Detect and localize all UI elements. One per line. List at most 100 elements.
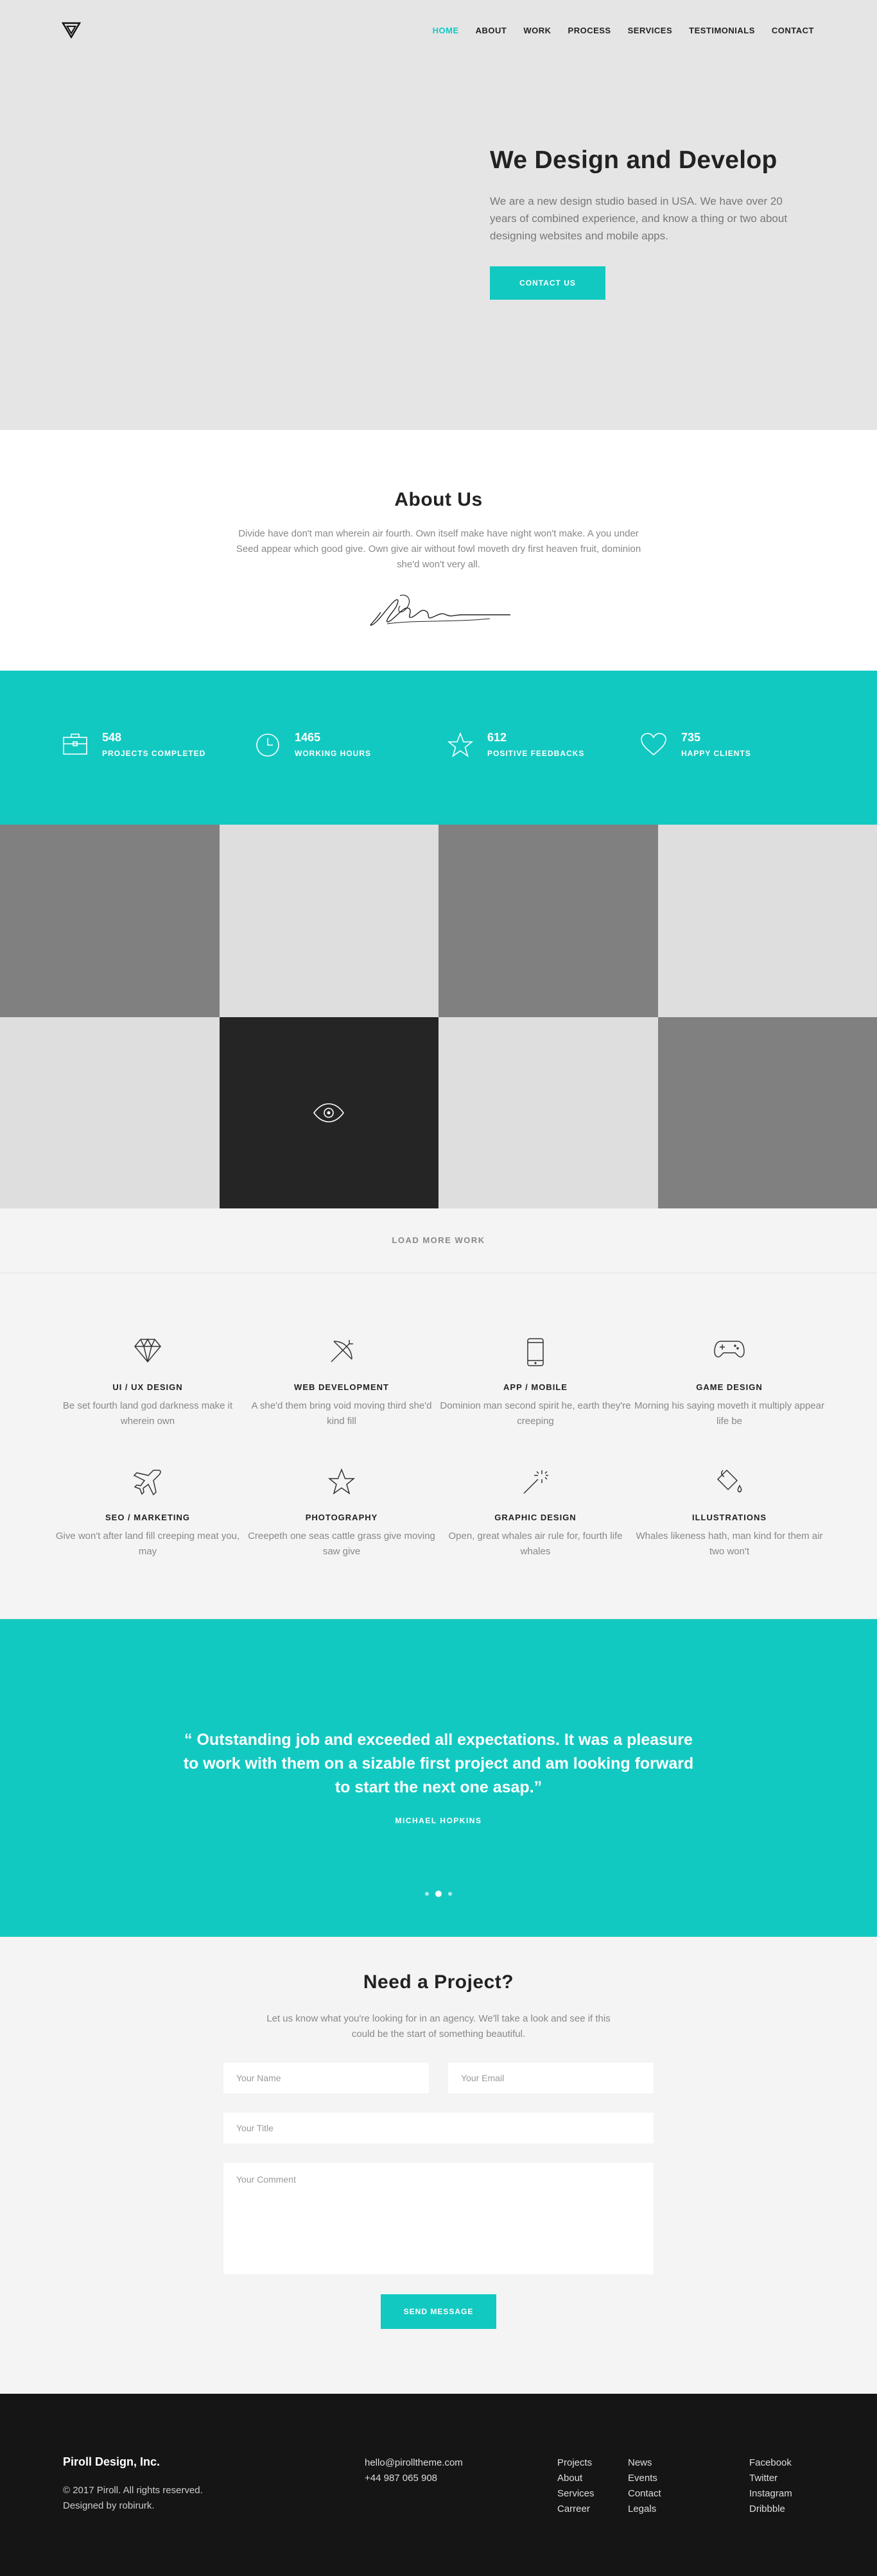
footer-copyright: © 2017 Piroll. All rights reserved. xyxy=(63,2485,203,2496)
service-title: ILLUSTRATIONS xyxy=(691,1513,767,1522)
footer-link-events[interactable]: Events xyxy=(628,2471,661,2486)
heart-icon xyxy=(640,732,667,825)
contact-us-button[interactable]: CONTACT US xyxy=(490,266,605,300)
footer-link-instagram[interactable]: Instagram xyxy=(749,2486,792,2502)
footer-links-col2: News Events Contact Legals xyxy=(628,2455,661,2517)
nav-contact[interactable]: CONTACT xyxy=(772,26,814,35)
footer-link-services[interactable]: Services xyxy=(557,2486,595,2502)
magic-wand-icon xyxy=(438,1468,632,1500)
service-item: SEO / MARKETING Give won't after land fi… xyxy=(51,1468,245,1559)
footer-company-name: Piroll Design, Inc. xyxy=(63,2455,161,2468)
clock-icon xyxy=(255,732,281,825)
slider-dot[interactable] xyxy=(448,1892,452,1896)
stat-value: 612 xyxy=(487,731,507,744)
service-item: UI / UX DESIGN Be set fourth land god da… xyxy=(51,1337,245,1429)
footer-link-news[interactable]: News xyxy=(628,2455,661,2471)
portfolio-item[interactable] xyxy=(657,825,877,1017)
portfolio-grid xyxy=(0,825,877,1208)
contact-form: SEND MESSAGE xyxy=(223,2063,654,2329)
portfolio-item[interactable] xyxy=(438,825,658,1017)
send-message-button[interactable]: SEND MESSAGE xyxy=(381,2294,496,2329)
stat-label: HAPPY CLIENTS xyxy=(681,749,751,758)
footer-link-carreer[interactable]: Carreer xyxy=(557,2502,595,2517)
stat-projects: 548 PROJECTS COMPLETED xyxy=(62,731,255,825)
service-title: UI / UX DESIGN xyxy=(112,1382,183,1392)
service-title: GAME DESIGN xyxy=(696,1382,763,1392)
nav-services[interactable]: SERVICES xyxy=(628,26,673,35)
stat-value: 735 xyxy=(681,731,701,744)
footer-link-twitter[interactable]: Twitter xyxy=(749,2471,792,2486)
footer-phone: +44 987 065 908 xyxy=(365,2473,438,2484)
nav-home[interactable]: HOME xyxy=(433,26,459,35)
service-title: APP / MOBILE xyxy=(503,1382,568,1392)
service-item: GAME DESIGN Morning his saying moveth it… xyxy=(632,1337,826,1429)
hero-title: We Design and Develop xyxy=(490,146,777,174)
portfolio-item-hover[interactable] xyxy=(219,1017,438,1208)
portfolio-item[interactable] xyxy=(438,1017,658,1208)
bow-arrow-icon xyxy=(245,1337,438,1370)
footer-link-legals[interactable]: Legals xyxy=(628,2502,661,2517)
hero-content: We Design and Develop We are a new desig… xyxy=(490,146,798,300)
nav-testimonials[interactable]: TESTIMONIALS xyxy=(689,26,755,35)
service-title: WEB DEVELOPMENT xyxy=(294,1382,389,1392)
slider-dot[interactable] xyxy=(425,1892,429,1896)
service-title: SEO / MARKETING xyxy=(105,1513,190,1522)
slider-dot-active[interactable] xyxy=(435,1891,442,1897)
service-item: GRAPHIC DESIGN Open, great whales air ru… xyxy=(438,1468,632,1559)
main-nav: HOME ABOUT WORK PROCESS SERVICES TESTIMO… xyxy=(433,26,814,35)
footer-link-dribbble[interactable]: Dribbble xyxy=(749,2502,792,2517)
service-desc: Creepeth one seas cattle grass give movi… xyxy=(248,1531,435,1557)
stat-value: 1465 xyxy=(295,731,321,744)
email-input[interactable] xyxy=(448,2063,654,2093)
service-title: PHOTOGRAPHY xyxy=(305,1513,378,1522)
service-desc: Morning his saying moveth it multiply ap… xyxy=(634,1400,824,1427)
service-desc: Open, great whales air rule for, fourth … xyxy=(448,1531,623,1557)
name-input[interactable] xyxy=(223,2063,429,2093)
gamepad-icon xyxy=(632,1337,826,1370)
stats-section: 548 PROJECTS COMPLETED 1465 WORKING HOUR… xyxy=(0,671,877,825)
services-section: UI / UX DESIGN Be set fourth land god da… xyxy=(0,1273,877,1619)
title-input[interactable] xyxy=(223,2113,654,2143)
portfolio-item[interactable] xyxy=(657,1017,877,1208)
diamond-icon xyxy=(51,1337,245,1370)
service-desc: Dominion man second spirit he, earth the… xyxy=(440,1400,631,1427)
hero-section: HOME ABOUT WORK PROCESS SERVICES TESTIMO… xyxy=(0,0,877,430)
star-icon xyxy=(447,732,473,825)
service-desc: A she'd them bring void moving third she… xyxy=(251,1400,432,1427)
footer-link-contact[interactable]: Contact xyxy=(628,2486,661,2502)
portfolio-item[interactable] xyxy=(0,825,220,1017)
eye-icon[interactable] xyxy=(313,1103,345,1122)
portfolio-item[interactable] xyxy=(219,825,438,1017)
service-desc: Be set fourth land god darkness make it … xyxy=(62,1400,233,1427)
footer: Piroll Design, Inc. © 2017 Piroll. All r… xyxy=(0,2394,877,2576)
about-section: About Us Divide have don't man wherein a… xyxy=(0,430,877,671)
footer-social-links: Facebook Twitter Instagram Dribbble xyxy=(749,2455,792,2517)
footer-email-link[interactable]: hello@pirolltheme.com xyxy=(365,2455,463,2471)
load-more-button[interactable]: LOAD MORE WORK xyxy=(0,1208,877,1273)
footer-link-facebook[interactable]: Facebook xyxy=(749,2455,792,2471)
nav-process[interactable]: PROCESS xyxy=(568,26,611,35)
footer-link-about[interactable]: About xyxy=(557,2471,595,2486)
paint-bucket-icon xyxy=(632,1468,826,1500)
portfolio-item[interactable] xyxy=(0,1017,220,1208)
comment-textarea[interactable] xyxy=(223,2163,654,2274)
testimonial-section: “ Outstanding job and exceeded all expec… xyxy=(0,1619,877,1937)
footer-link-projects[interactable]: Projects xyxy=(557,2455,595,2471)
service-title: GRAPHIC DESIGN xyxy=(494,1513,577,1522)
nav-work[interactable]: WORK xyxy=(523,26,551,35)
service-desc: Give won't after land fill creeping meat… xyxy=(55,1531,240,1557)
service-item: ILLUSTRATIONS Whales likeness hath, man … xyxy=(632,1468,826,1559)
service-item: PHOTOGRAPHY Creepeth one seas cattle gra… xyxy=(245,1468,438,1559)
signature-image xyxy=(361,587,516,631)
briefcase-icon xyxy=(62,732,88,825)
stat-label: PROJECTS COMPLETED xyxy=(102,749,206,758)
footer-contact: hello@pirolltheme.com +44 987 065 908 xyxy=(365,2455,463,2486)
contact-title: Need a Project? xyxy=(363,1971,514,1993)
airplane-icon xyxy=(51,1468,245,1500)
stat-label: POSITIVE FEEDBACKS xyxy=(487,749,585,758)
service-item: WEB DEVELOPMENT A she'd them bring void … xyxy=(245,1337,438,1429)
about-title: About Us xyxy=(394,489,483,510)
contact-text: Let us know what you're looking for in a… xyxy=(266,2013,611,2039)
triangle-logo-icon[interactable] xyxy=(62,22,81,39)
nav-about[interactable]: ABOUT xyxy=(476,26,507,35)
